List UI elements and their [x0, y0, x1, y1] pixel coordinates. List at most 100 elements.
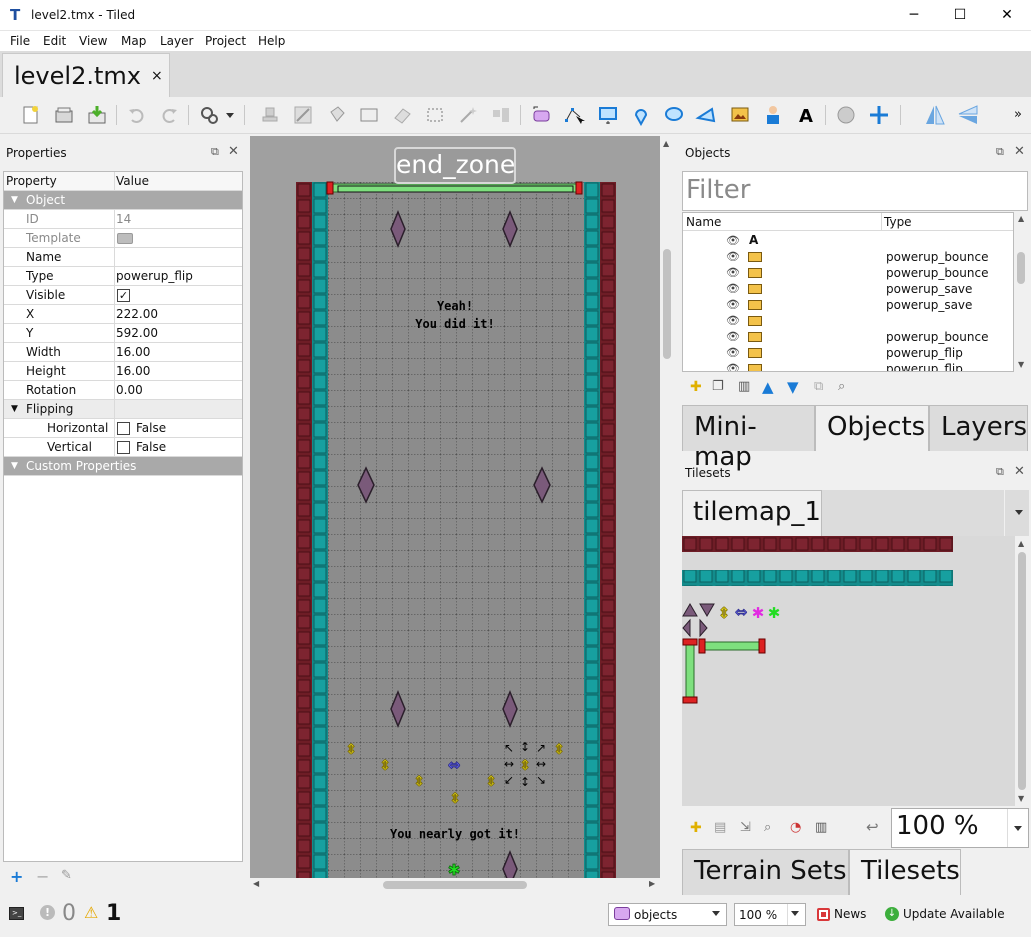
- insert-tile-icon[interactable]: [729, 104, 751, 126]
- eraser-icon[interactable]: [391, 104, 413, 126]
- map-vertical-scrollbar[interactable]: ▲: [660, 136, 674, 878]
- group-flipping[interactable]: ▼ Flipping: [4, 400, 242, 419]
- undo-icon[interactable]: [125, 104, 147, 126]
- layer-combo[interactable]: objects: [608, 903, 727, 926]
- property-value[interactable]: 222.00: [116, 307, 158, 321]
- new-tileset-icon[interactable]: ✚: [690, 820, 702, 836]
- shape-fill-icon[interactable]: [358, 104, 380, 126]
- object-row[interactable]: 👁 powerup_bounce: [683, 249, 1013, 265]
- property-value[interactable]: 592.00: [116, 326, 158, 340]
- visibility-eye-icon[interactable]: 👁: [726, 250, 740, 263]
- move-up-icon[interactable]: ▲: [762, 378, 774, 396]
- objects-filter-input[interactable]: Filter: [682, 171, 1028, 211]
- horizontal-checkbox[interactable]: [117, 422, 130, 435]
- close-panel-icon[interactable]: ✕: [1014, 144, 1025, 159]
- object-row[interactable]: 👁 powerup_save: [683, 281, 1013, 297]
- menu-map[interactable]: Map: [121, 34, 146, 48]
- object-row[interactable]: 👁 powerup_bounce: [683, 329, 1013, 345]
- menu-layer[interactable]: Layer: [160, 34, 193, 48]
- tab-tilesets[interactable]: Tilesets: [849, 849, 961, 895]
- vertical-checkbox[interactable]: [117, 441, 130, 454]
- property-row-type[interactable]: Type powerup_flip: [4, 267, 242, 286]
- horizontal-scroll-thumb[interactable]: [383, 881, 527, 889]
- menu-edit[interactable]: Edit: [43, 34, 66, 48]
- tileset-tab-tilemap-1[interactable]: tilemap_1: [682, 490, 822, 536]
- property-row-y[interactable]: Y 592.00: [4, 324, 242, 343]
- object-row[interactable]: 👁 powerup_flip: [683, 345, 1013, 361]
- end-zone-label[interactable]: end_zone: [394, 147, 516, 184]
- property-value[interactable]: 16.00: [116, 364, 150, 378]
- property-value[interactable]: 0.00: [116, 383, 143, 397]
- object-properties-icon[interactable]: ⌕: [838, 379, 845, 394]
- objects-scrollbar[interactable]: ▲ ▼: [1014, 212, 1029, 372]
- update-icon[interactable]: ↓: [885, 907, 899, 921]
- property-value[interactable]: 16.00: [116, 345, 150, 359]
- error-icon[interactable]: !: [40, 905, 55, 920]
- edit-tileset-icon[interactable]: ⌕: [764, 820, 771, 835]
- world-tool-icon[interactable]: [835, 104, 857, 126]
- visibility-eye-icon[interactable]: 👁: [726, 282, 740, 295]
- collapse-arrow-icon[interactable]: ▼: [11, 195, 18, 205]
- insert-text-icon[interactable]: A: [795, 104, 817, 126]
- edit-polygons-icon[interactable]: [563, 104, 585, 126]
- rect-select-icon[interactable]: [424, 104, 446, 126]
- bucket-fill-icon[interactable]: [325, 104, 347, 126]
- tab-objects[interactable]: Objects: [815, 405, 929, 451]
- object-row[interactable]: 👁 powerup_bounce: [683, 265, 1013, 281]
- property-value[interactable]: powerup_flip: [116, 269, 193, 283]
- news-icon[interactable]: [817, 908, 830, 921]
- map-text-yeah[interactable]: Yeah!: [408, 299, 502, 313]
- magic-wand-icon[interactable]: [457, 104, 479, 126]
- group-object[interactable]: ▼ Object: [4, 191, 242, 210]
- property-row-x[interactable]: X 222.00: [4, 305, 242, 324]
- tileset-view[interactable]: ⇕ ⇔ ✱ ✱: [682, 536, 1015, 806]
- float-panel-icon[interactable]: ⧉: [996, 465, 1004, 479]
- object-row[interactable]: 👁 powerup_save: [683, 297, 1013, 313]
- float-panel-icon[interactable]: ⧉: [211, 145, 219, 159]
- objects-list[interactable]: Name Type 👁 A 👁 powerup_bounce 👁 powerup_boun…: [682, 212, 1014, 372]
- property-row-name[interactable]: Name: [4, 248, 242, 267]
- collapse-arrow-icon[interactable]: ▼: [11, 461, 18, 471]
- wrap-icon[interactable]: ↩: [866, 818, 879, 836]
- save-icon[interactable]: [86, 104, 108, 126]
- minimize-button[interactable]: ─: [891, 0, 937, 31]
- export-tileset-icon[interactable]: ⇲: [740, 820, 751, 835]
- object-row[interactable]: 👁: [683, 313, 1013, 329]
- close-tab-icon[interactable]: ×: [151, 68, 163, 84]
- object-row[interactable]: 👁 powerup_flip: [683, 361, 1013, 371]
- map-text-you-did-it[interactable]: You did it!: [408, 317, 502, 331]
- zoom-combo[interactable]: 100 %: [734, 903, 806, 926]
- property-row-width[interactable]: Width 16.00: [4, 343, 242, 362]
- toolbar-overflow-icon[interactable]: »: [1014, 107, 1022, 122]
- move-arrows-icon[interactable]: [868, 104, 890, 126]
- object-row[interactable]: 👁 A: [683, 233, 1013, 249]
- new-map-icon[interactable]: [20, 104, 42, 126]
- property-row-rotation[interactable]: Rotation 0.00: [4, 381, 242, 400]
- rename-property-icon[interactable]: ✎: [61, 868, 72, 883]
- select-same-tile-icon[interactable]: [490, 104, 512, 126]
- menu-view[interactable]: View: [79, 34, 107, 48]
- delete-object-icon[interactable]: ▥: [738, 379, 750, 394]
- menu-file[interactable]: File: [10, 34, 30, 48]
- remove-tileset-icon[interactable]: ▥: [815, 820, 827, 835]
- chevron-down-icon[interactable]: [226, 113, 234, 118]
- menu-help[interactable]: Help: [258, 34, 285, 48]
- duplicate-object-icon[interactable]: ❐: [712, 379, 724, 394]
- close-window-button[interactable]: ✕: [984, 0, 1030, 31]
- map-horizontal-scrollbar[interactable]: ◀ ▶: [250, 878, 660, 892]
- visibility-eye-icon[interactable]: 👁: [726, 346, 740, 359]
- collapse-arrow-icon[interactable]: ▼: [11, 404, 18, 414]
- warning-count[interactable]: 1: [106, 901, 121, 926]
- group-custom-properties[interactable]: ▼ Custom Properties: [4, 457, 242, 476]
- type-column-header[interactable]: Type: [884, 215, 912, 229]
- maximize-button[interactable]: ☐: [937, 0, 983, 31]
- tab-layers[interactable]: Layers: [929, 405, 1028, 451]
- visible-checkbox[interactable]: ✓: [117, 289, 130, 302]
- dynamic-wrapping-icon[interactable]: ◔: [790, 820, 801, 835]
- redo-icon[interactable]: [159, 104, 181, 126]
- name-column-header[interactable]: Name: [686, 215, 721, 229]
- flip-horizontal-icon[interactable]: [924, 104, 946, 126]
- warning-icon[interactable]: ⚠: [84, 903, 98, 922]
- visibility-eye-icon[interactable]: 👁: [726, 362, 740, 371]
- visibility-eye-icon[interactable]: 👁: [726, 330, 740, 343]
